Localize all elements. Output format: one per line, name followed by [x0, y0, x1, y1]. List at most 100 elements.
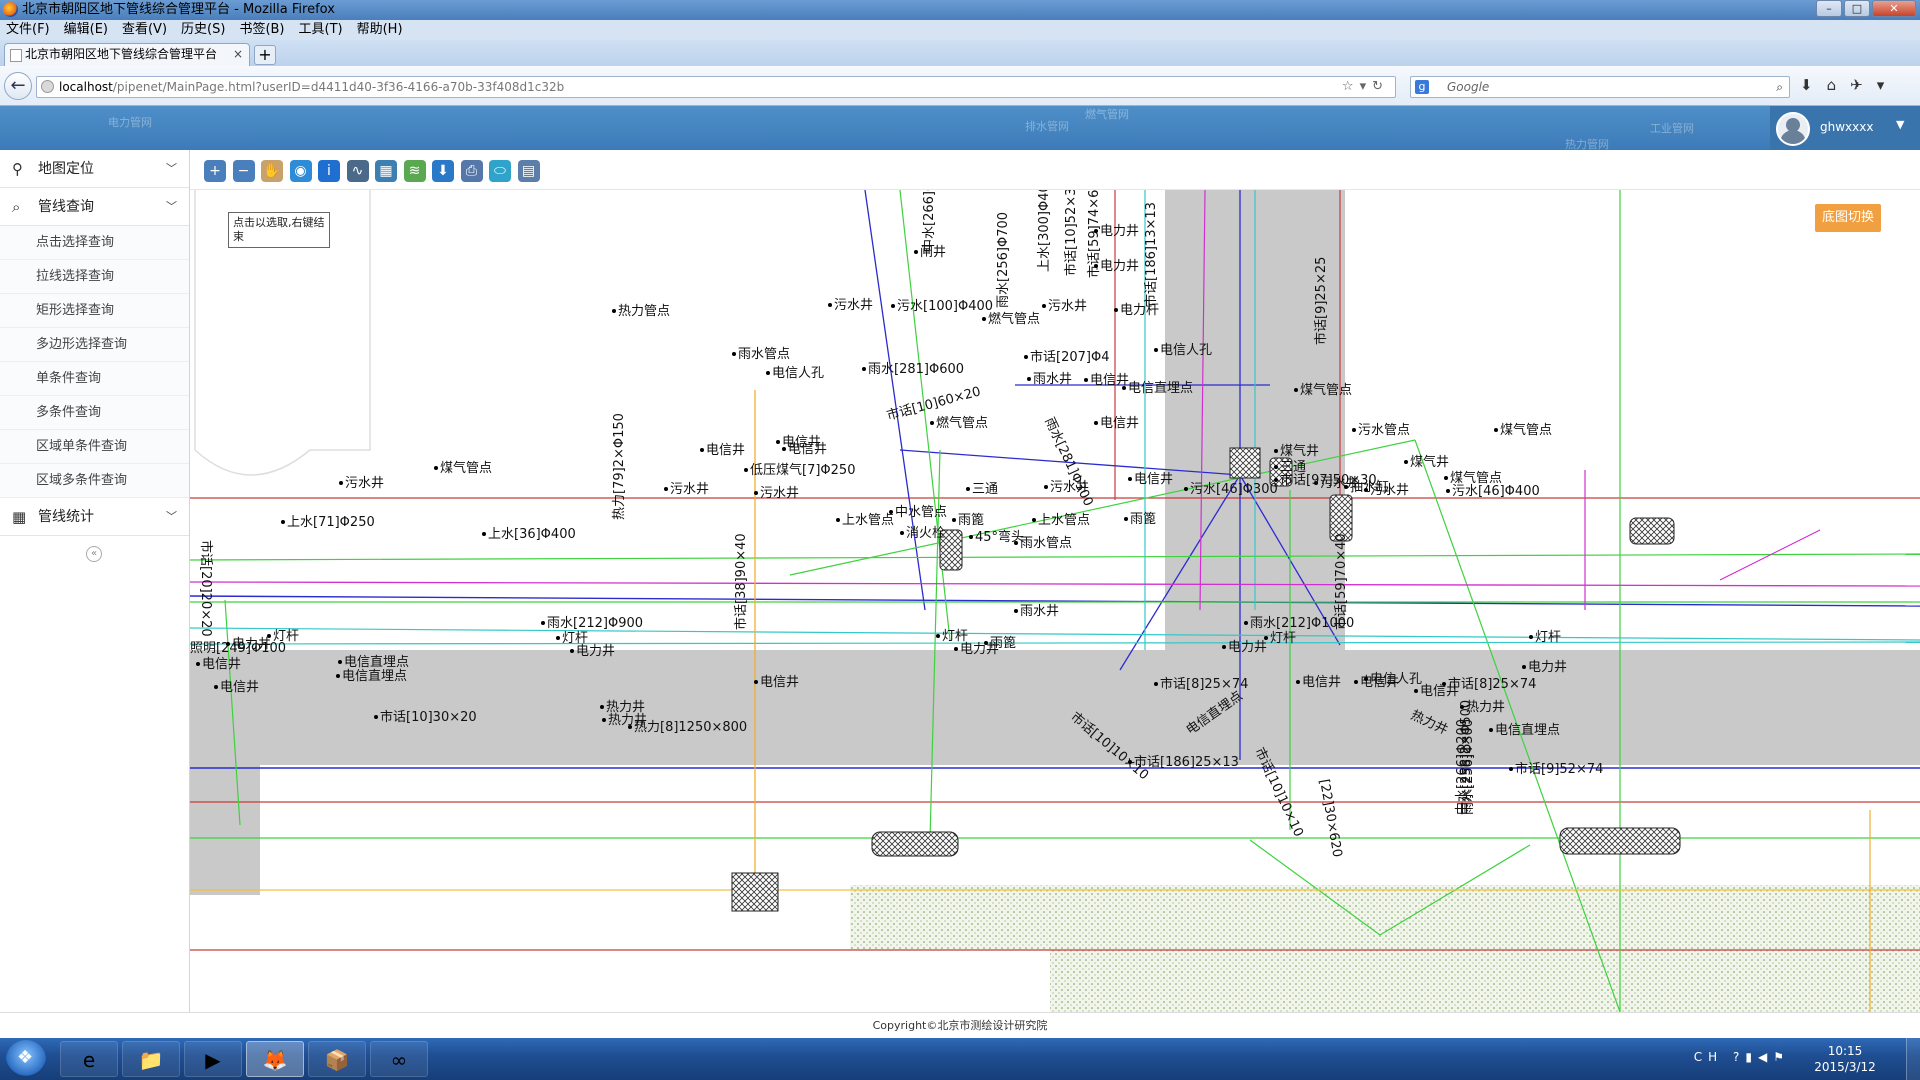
map-point-marker[interactable]	[700, 448, 704, 452]
map-point-marker[interactable]	[828, 303, 832, 307]
map-point-marker[interactable]	[776, 440, 780, 444]
map-point-marker[interactable]	[1352, 428, 1356, 432]
map-point-marker[interactable]	[1128, 760, 1132, 764]
map-point-marker[interactable]	[1042, 304, 1046, 308]
map-point-marker[interactable]	[1522, 665, 1526, 669]
map-point-marker[interactable]	[1494, 428, 1498, 432]
taskbar-package-icon[interactable]: 📦	[308, 1041, 366, 1077]
map-point-marker[interactable]	[628, 725, 632, 729]
map-point-marker[interactable]	[1014, 609, 1018, 613]
map-point-marker[interactable]	[766, 371, 770, 375]
map-point-marker[interactable]	[1094, 421, 1098, 425]
map-point-marker[interactable]	[891, 304, 895, 308]
map-point-marker[interactable]	[339, 481, 343, 485]
info-icon[interactable]: i	[318, 160, 340, 182]
maximize-button[interactable]: □	[1844, 0, 1870, 17]
map-point-marker[interactable]	[281, 520, 285, 524]
pan-hand-icon[interactable]: ✋	[261, 160, 283, 182]
taskbar-ie-icon[interactable]: e	[60, 1041, 118, 1077]
history-dropdown-icon[interactable]: ▾	[1360, 79, 1373, 94]
map-point-marker[interactable]	[1222, 645, 1226, 649]
menu-bookmarks[interactable]: 书签(B)	[239, 20, 284, 40]
language-indicator[interactable]: CH	[1694, 1050, 1723, 1064]
minimize-button[interactable]: –	[1816, 0, 1842, 17]
measure-area-icon[interactable]: ▦	[375, 160, 397, 182]
taskbar-app-icon[interactable]: ∞	[370, 1041, 428, 1077]
clock[interactable]: 10:15 2015/3/12	[1810, 1043, 1880, 1075]
volume-icon[interactable]: ◀	[1758, 1050, 1773, 1064]
map-point-marker[interactable]	[1122, 386, 1126, 390]
map-point-marker[interactable]	[612, 309, 616, 313]
map-point-marker[interactable]	[984, 641, 988, 645]
map-point-marker[interactable]	[1124, 517, 1128, 521]
map-point-marker[interactable]	[1404, 460, 1408, 464]
sidebar-item-single-condition[interactable]: 单条件查询	[0, 362, 189, 396]
map-point-marker[interactable]	[1084, 378, 1088, 382]
menu-view[interactable]: 查看(V)	[122, 20, 167, 40]
map-point-marker[interactable]	[1274, 465, 1278, 469]
map-point-marker[interactable]	[936, 634, 940, 638]
help-icon[interactable]: ?	[1733, 1050, 1745, 1064]
browser-tab[interactable]: 北京市朝阳区地下管线综合管理平台 ×	[4, 43, 250, 66]
calculator-icon[interactable]: ▤	[517, 160, 540, 182]
map-point-marker[interactable]	[214, 685, 218, 689]
map-point-marker[interactable]	[732, 352, 736, 356]
map-point-marker[interactable]	[226, 642, 230, 646]
map-point-marker[interactable]	[541, 621, 545, 625]
map-point-marker[interactable]	[754, 680, 758, 684]
map-point-marker[interactable]	[1154, 682, 1158, 686]
sidebar-item-region-single[interactable]: 区域单条件查询	[0, 430, 189, 464]
map-point-marker[interactable]	[196, 662, 200, 666]
map-point-marker[interactable]	[1094, 264, 1098, 268]
overflow-menu-icon[interactable]: ▾	[1877, 76, 1885, 94]
start-button[interactable]	[6, 1040, 46, 1078]
show-desktop-button[interactable]	[1906, 1038, 1920, 1080]
map-point-marker[interactable]	[1027, 377, 1031, 381]
map-point-marker[interactable]	[1044, 485, 1048, 489]
map-point-marker[interactable]	[482, 532, 486, 536]
new-tab-button[interactable]: +	[254, 45, 276, 65]
sidebar-section-pipeline-stats[interactable]: ▦ 管线统计 ﹀	[0, 498, 189, 536]
map-point-marker[interactable]	[1446, 489, 1450, 493]
url-bar[interactable]: localhost/pipenet/MainPage.html?userID=d…	[36, 76, 1396, 98]
map-point-marker[interactable]	[600, 705, 604, 709]
map-point-marker[interactable]	[1032, 518, 1036, 522]
map-point-marker[interactable]	[1114, 308, 1118, 312]
home-icon[interactable]: ⌂	[1827, 76, 1837, 94]
sidebar-item-polygon-query[interactable]: 多边形选择查询	[0, 328, 189, 362]
map-point-marker[interactable]	[336, 674, 340, 678]
pipeline-map-svg[interactable]: 热力管点雨水管点电信人孔 雨水[281]Φ600污水井 污水[100]Φ400燃气管…	[190, 190, 1920, 1012]
menu-file[interactable]: 文件(F)	[6, 20, 50, 40]
search-input[interactable]: Google	[1447, 80, 1489, 94]
close-window-button[interactable]: ✕	[1872, 0, 1916, 17]
sidebar-item-rect-query[interactable]: 矩形选择查询	[0, 294, 189, 328]
addon-icon[interactable]: ✈	[1850, 76, 1863, 94]
menu-tools[interactable]: 工具(T)	[299, 20, 343, 40]
map-point-marker[interactable]	[374, 715, 378, 719]
map-point-marker[interactable]	[1509, 767, 1513, 771]
map-point-marker[interactable]	[1184, 487, 1188, 491]
map-point-marker[interactable]	[570, 649, 574, 653]
menu-history[interactable]: 历史(S)	[181, 20, 225, 40]
map-point-marker[interactable]	[982, 317, 986, 321]
map-point-marker[interactable]	[1529, 635, 1533, 639]
search-bar[interactable]: g Google ⌕	[1410, 76, 1790, 98]
map-point-marker[interactable]	[1354, 680, 1358, 684]
zoom-in-icon[interactable]: +	[204, 160, 226, 182]
menu-edit[interactable]: 编辑(E)	[64, 20, 108, 40]
map-point-marker[interactable]	[1442, 682, 1446, 686]
measure-line-icon[interactable]: ∿	[346, 160, 369, 182]
map-point-marker[interactable]	[1264, 636, 1268, 640]
map-point-marker[interactable]	[862, 367, 866, 371]
map-point-marker[interactable]	[1154, 348, 1158, 352]
taskbar-explorer-icon[interactable]: 📁	[122, 1041, 180, 1077]
header-tab[interactable]: 工业管网	[1650, 120, 1694, 136]
map-point-marker[interactable]	[836, 518, 840, 522]
map-point-marker[interactable]	[952, 518, 956, 522]
map-point-marker[interactable]	[1024, 355, 1028, 359]
map-point-marker[interactable]	[969, 535, 973, 539]
map-point-marker[interactable]	[1094, 229, 1098, 233]
sidebar-item-line-query[interactable]: 拉线选择查询	[0, 260, 189, 294]
map-point-marker[interactable]	[602, 718, 606, 722]
header-tab[interactable]: 燃气管网	[1085, 106, 1129, 122]
